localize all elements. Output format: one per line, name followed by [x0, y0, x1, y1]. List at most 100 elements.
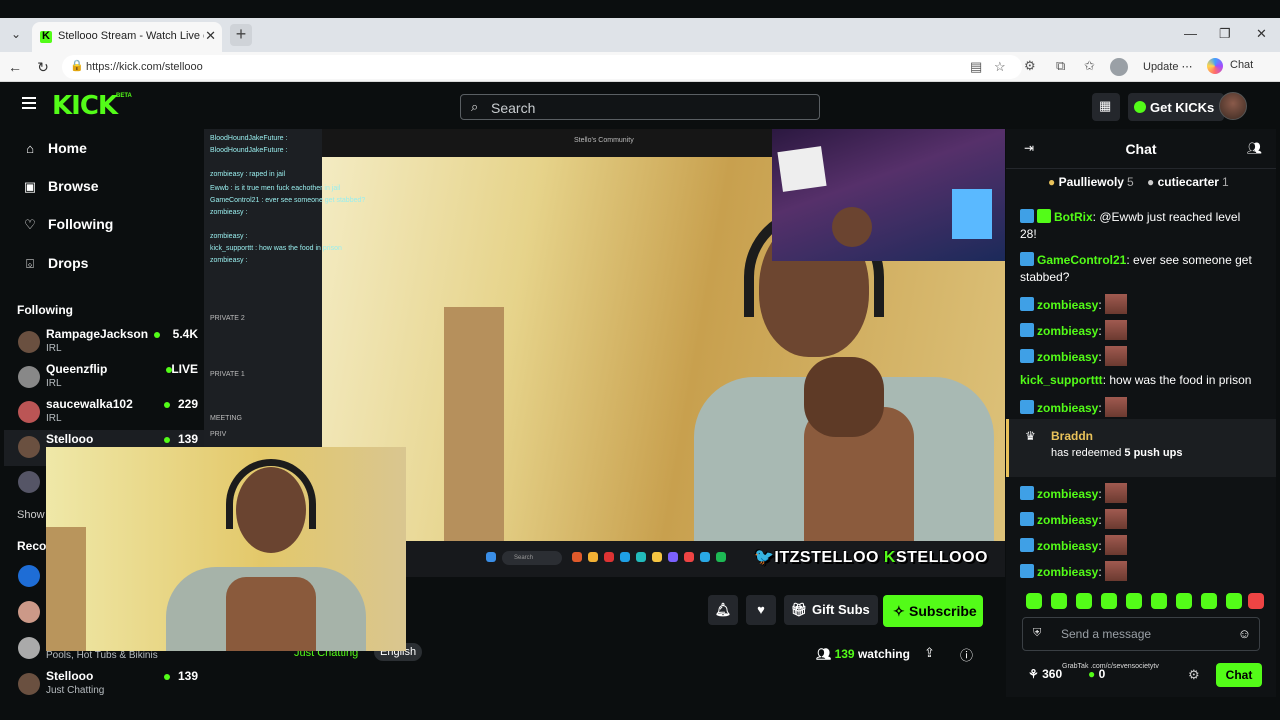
taskbar-app-icon: [700, 552, 710, 562]
emote-icon[interactable]: [1201, 593, 1217, 609]
favorites-icon[interactable]: ✩: [1084, 58, 1095, 74]
channel-item[interactable]: Queenzflip IRL LIVE: [4, 360, 204, 396]
redeem-reward: 5 push ups: [1124, 447, 1183, 459]
channel-category: IRL: [46, 378, 62, 389]
show-more-link[interactable]: Show: [17, 509, 45, 521]
get-kicks-button[interactable]: Get KICKs: [1128, 93, 1224, 121]
quick-emote-row: [1026, 593, 1266, 613]
emote-icon[interactable]: [1026, 593, 1042, 609]
copilot-icon[interactable]: [1207, 58, 1223, 74]
gift-icon: 🎁︎: [790, 602, 808, 617]
tab-list-icon[interactable]: ⌄: [6, 24, 26, 44]
chat-username[interactable]: zombieasy: [1037, 350, 1098, 364]
share-icon[interactable]: ⇪: [924, 645, 935, 661]
channel-name: saucewalka102: [46, 397, 133, 411]
chat-username[interactable]: kick_supporttt: [1020, 373, 1103, 387]
emote-icon[interactable]: [1176, 593, 1192, 609]
viewers-icon: 👥︎: [816, 647, 832, 661]
chat-text: how was the food in prison: [1109, 373, 1252, 387]
extensions-icon[interactable]: ⚙: [1024, 58, 1036, 74]
emoji-picker-icon[interactable]: ☺: [1238, 626, 1251, 641]
chat-username[interactable]: zombieasy: [1037, 565, 1098, 579]
browser-tabstrip: ⌄ Stellooo Stream - Watch Live on K ✕ + …: [0, 18, 1280, 52]
channel-item[interactable]: RampageJackson IRL 5.4K: [4, 325, 204, 361]
split-screen-icon[interactable]: ⧉: [1056, 58, 1065, 74]
new-tab-button[interactable]: +: [230, 24, 252, 46]
user-avatar[interactable]: [1219, 92, 1247, 120]
follow-button[interactable]: ♥: [746, 595, 776, 625]
channel-avatar[interactable]: [18, 565, 40, 587]
minimize-icon[interactable]: —: [1184, 26, 1197, 41]
emote-icon[interactable]: [1101, 593, 1117, 609]
chat-username[interactable]: zombieasy: [1037, 513, 1098, 527]
channel-points[interactable]: ⚘ 360: [1028, 667, 1062, 681]
overlay-channel-label: PRIV: [210, 431, 227, 438]
chat-username[interactable]: zombieasy: [1037, 298, 1098, 312]
chat-username[interactable]: zombieasy: [1037, 539, 1098, 553]
chat-message-input[interactable]: ⛨ Send a message ☺: [1022, 617, 1260, 651]
pip-camera[interactable]: [46, 447, 406, 651]
points-value: 360: [1042, 667, 1063, 681]
info-icon[interactable]: ⓘ: [960, 645, 973, 664]
layout-toggle-button[interactable]: ▦: [1092, 93, 1120, 121]
chat-username[interactable]: zombieasy: [1037, 487, 1098, 501]
chat-username[interactable]: zombieasy: [1037, 401, 1098, 415]
door-shape: [444, 307, 504, 547]
viewer-count: 5.4K: [172, 327, 198, 341]
channel-item[interactable]: Stellooo Just Chatting 139: [4, 667, 204, 703]
emote-icon[interactable]: [1076, 593, 1092, 609]
search-icon: ⌕: [471, 99, 479, 114]
close-window-icon[interactable]: ✕: [1256, 26, 1267, 42]
search-placeholder: Search: [491, 100, 536, 116]
gift-subs-button[interactable]: 🎁︎ Gift Subs: [784, 595, 878, 625]
address-bar[interactable]: 🔒 https://kick.com/stellooo ▤ ☆: [62, 55, 1022, 79]
subscribe-button[interactable]: ✧ Subscribe: [883, 595, 983, 627]
gifter-name[interactable]: Paulliewoly: [1059, 175, 1124, 189]
channel-avatar[interactable]: [18, 637, 40, 659]
kick-logo[interactable]: KICK: [52, 91, 118, 121]
emote-icon[interactable]: [1151, 593, 1167, 609]
overlay-chat-line: BloodHoundJakeFuture :: [210, 135, 288, 142]
profile-avatar[interactable]: [1110, 58, 1128, 76]
emote-icon[interactable]: [1226, 593, 1242, 609]
reader-mode-icon[interactable]: ▤: [970, 59, 982, 75]
redeem-username[interactable]: Braddn: [1051, 429, 1093, 443]
emote-icon[interactable]: [1051, 593, 1067, 609]
sidebar-item-home[interactable]: ⌂ Home: [4, 135, 204, 165]
sidebar-item-drops[interactable]: ⌺ Drops: [4, 250, 204, 280]
channel-item[interactable]: saucewalka102 IRL 229: [4, 395, 204, 431]
sidebar-item-following[interactable]: ♡ Following: [4, 211, 204, 241]
maximize-icon[interactable]: ❐: [1219, 26, 1231, 42]
browser-tab-active[interactable]: Stellooo Stream - Watch Live on K ✕: [32, 22, 222, 52]
get-kicks-label: Get KICKs: [1150, 100, 1215, 115]
sidebar-item-browse[interactable]: ▣ Browse: [4, 173, 204, 203]
favorite-star-icon[interactable]: ☆: [994, 59, 1006, 75]
back-icon[interactable]: ←: [6, 58, 24, 76]
update-button[interactable]: Update ⋯: [1143, 60, 1193, 73]
chat-username[interactable]: GameControl21: [1037, 253, 1126, 267]
watching-label: watching: [857, 647, 910, 661]
channel-avatar[interactable]: [18, 601, 40, 623]
users-icon[interactable]: 👥︎: [1247, 141, 1262, 155]
layout-icon: ▦: [1099, 98, 1112, 113]
chat-username[interactable]: zombieasy: [1037, 324, 1098, 338]
notify-button[interactable]: 🔔︎: [708, 595, 738, 625]
browser-toolbar: ← ↻ 🔒 https://kick.com/stellooo ▤ ☆ ⚙ ⧉ …: [0, 52, 1280, 82]
channel-avatar: [18, 366, 40, 388]
channel-avatar[interactable]: [18, 471, 40, 493]
close-tab-icon[interactable]: ✕: [205, 28, 216, 44]
gifter-name[interactable]: cutiecarter: [1158, 175, 1219, 189]
chat-settings-icon[interactable]: ⚙: [1188, 667, 1200, 683]
menu-icon[interactable]: [22, 97, 36, 109]
emote-icon: [1104, 397, 1127, 417]
overlay-chat-line: zombieasy :: [210, 257, 248, 264]
send-chat-button[interactable]: Chat: [1216, 663, 1262, 687]
emote-icon[interactable]: [1248, 593, 1264, 609]
reload-icon[interactable]: ↻: [34, 58, 52, 76]
gifter-rank-icon: ●: [1146, 175, 1155, 189]
emote-icon[interactable]: [1126, 593, 1142, 609]
copilot-chat-label[interactable]: Chat: [1230, 59, 1253, 71]
site-info-icon[interactable]: 🔒: [70, 59, 84, 72]
chat-username[interactable]: BotRix: [1054, 210, 1093, 224]
search-input[interactable]: ⌕ Search: [460, 94, 820, 120]
